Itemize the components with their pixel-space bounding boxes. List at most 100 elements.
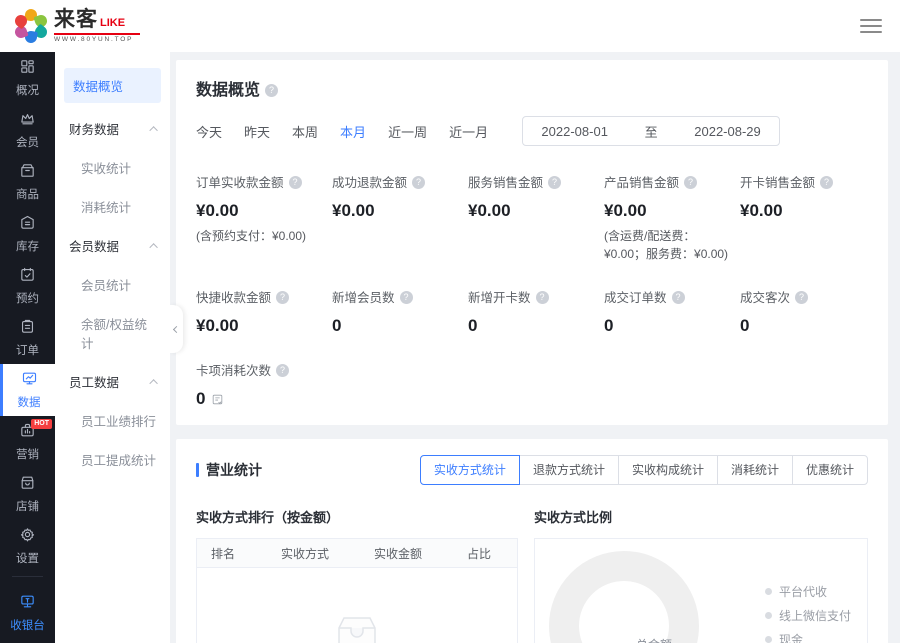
sidebar-item-orders[interactable]: 订单 [0, 312, 55, 364]
submenu-item-consume-stats[interactable]: 消耗统计 [55, 187, 170, 226]
col-amount: 实收金额 [360, 545, 453, 562]
stat-refund: 成功退款金额 ¥0.00 [332, 172, 460, 263]
stat-deal-orders: 成交订单数 0 [604, 287, 732, 336]
sidebar-item-booking[interactable]: 预约 [0, 260, 55, 312]
cashier-icon [19, 593, 36, 613]
sidebar-collapse-handle[interactable] [170, 305, 183, 353]
submenu-group-staff-data[interactable]: 员工数据 [55, 362, 170, 401]
stat-new-members: 新增会员数 0 [332, 287, 460, 336]
sidebar-item-overview[interactable]: 概况 [0, 52, 55, 104]
chart-legend: 平台代收 线上微信支付 现金 其他 微信（记账） 支付宝（记账） POS机（记账… [765, 539, 864, 643]
help-icon[interactable] [412, 176, 425, 189]
legend-item: 线上微信支付 [765, 607, 864, 624]
stats-row-1: 订单实收款金额 ¥0.00 (含预约支付：¥0.00) 成功退款金额 ¥0.00… [196, 172, 868, 263]
help-icon[interactable] [289, 176, 302, 189]
help-icon[interactable] [672, 291, 685, 304]
tab-income-composition[interactable]: 实收构成统计 [618, 455, 718, 485]
sidebar-item-goods[interactable]: 商品 [0, 156, 55, 208]
submenu-item-data-overview[interactable]: 数据概览 [64, 68, 161, 103]
submenu-item-staff-rank[interactable]: 员工业绩排行 [55, 401, 170, 440]
top-bar: 来客LIKE WWW.80YUN.TOP [0, 0, 900, 52]
legend-dot [765, 636, 772, 643]
inventory-icon [19, 214, 36, 234]
income-proportion-panel: 实收方式比例 总金额 ¥0.00 平台代收 线上微信支付 现金 其他 [534, 507, 868, 643]
logo-text: 来客 [54, 9, 98, 30]
chevron-up-icon [149, 379, 157, 387]
sidebar-item-marketing[interactable]: HOT 营销 [0, 416, 55, 468]
preset-today[interactable]: 今天 [196, 122, 222, 141]
date-end[interactable]: 2022-08-29 [694, 124, 761, 139]
help-icon[interactable] [265, 84, 278, 97]
help-icon[interactable] [795, 291, 808, 304]
sidebar-item-inventory[interactable]: 库存 [0, 208, 55, 260]
page-title: 数据概览 [196, 82, 260, 99]
stat-quick-payment: 快捷收款金额 ¥0.00 [196, 287, 324, 336]
shop-icon [19, 474, 36, 494]
sidebar-item-cashier[interactable]: 收银台 [0, 587, 55, 639]
sidebar-item-members[interactable]: 会员 [0, 104, 55, 156]
help-icon[interactable] [276, 364, 289, 377]
app-logo: 来客LIKE WWW.80YUN.TOP [14, 9, 140, 44]
date-start[interactable]: 2022-08-01 [541, 124, 608, 139]
proportion-chart: 总金额 ¥0.00 平台代收 线上微信支付 现金 其他 微信（记账） 支付宝（记… [534, 538, 868, 643]
tab-income-method[interactable]: 实收方式统计 [420, 455, 520, 485]
sidebar-item-data[interactable]: 数据 [0, 364, 55, 416]
col-rank: 排名 [197, 545, 267, 562]
date-separator: 至 [645, 122, 658, 141]
preset-this-week[interactable]: 本周 [292, 122, 318, 141]
legend-item: 平台代收 [765, 583, 864, 600]
preset-yesterday[interactable]: 昨天 [244, 122, 270, 141]
stat-deal-customers: 成交客次 0 [740, 287, 868, 336]
goods-box-icon [19, 162, 36, 182]
booking-calendar-icon [19, 266, 36, 286]
detail-list-icon[interactable] [211, 393, 224, 406]
logo-pinwheel-icon [14, 9, 48, 43]
help-icon[interactable] [684, 176, 697, 189]
chevron-up-icon [149, 243, 157, 251]
help-icon[interactable] [548, 176, 561, 189]
tab-discount-stats[interactable]: 优惠统计 [792, 455, 868, 485]
empty-state: 暂无数据 [197, 568, 517, 643]
secondary-sidebar: 数据概览 财务数据 实收统计 消耗统计 会员数据 会员统计 余额/权益统计 员工… [55, 52, 170, 643]
preset-last-month[interactable]: 近一月 [449, 122, 488, 141]
help-icon[interactable] [820, 176, 833, 189]
help-icon[interactable] [536, 291, 549, 304]
logo-suffix: LIKE [100, 18, 125, 29]
stat-new-cards: 新增开卡数 0 [468, 287, 596, 336]
stats-row-2: 快捷收款金额 ¥0.00 新增会员数 0 新增开卡数 0 成交订单数 0 成交客… [196, 287, 868, 336]
stat-service-sales: 服务销售金额 ¥0.00 [468, 172, 596, 263]
tab-consume-stats[interactable]: 消耗统计 [717, 455, 793, 485]
help-icon[interactable] [276, 291, 289, 304]
sidebar-item-settings[interactable]: 设置 [0, 520, 55, 572]
date-range-picker[interactable]: 2022-08-01 至 2022-08-29 [522, 116, 780, 146]
col-method: 实收方式 [267, 545, 360, 562]
submenu-item-member-stats[interactable]: 会员统计 [55, 265, 170, 304]
donut-center-label: 总金额 [636, 636, 672, 643]
section-title: 营业统计 [196, 460, 262, 480]
preset-this-month[interactable]: 本月 [340, 122, 366, 141]
help-icon[interactable] [400, 291, 413, 304]
logo-subtitle: WWW.80YUN.TOP [54, 33, 140, 44]
business-stats-card: 营业统计 实收方式统计 退款方式统计 实收构成统计 消耗统计 优惠统计 实收方式… [176, 439, 888, 643]
tab-refund-method[interactable]: 退款方式统计 [519, 455, 619, 485]
preset-last-week[interactable]: 近一周 [388, 122, 427, 141]
submenu-item-staff-commission[interactable]: 员工提成统计 [55, 440, 170, 479]
chevron-left-icon [173, 325, 180, 332]
sidebar-item-shop[interactable]: 店铺 [0, 468, 55, 520]
submenu-item-balance-stats[interactable]: 余额/权益统计 [55, 304, 170, 362]
submenu-group-member-data[interactable]: 会员数据 [55, 226, 170, 265]
stat-card-sales: 开卡销售金额 ¥0.00 [740, 172, 868, 263]
data-overview-card: 数据概览 今天 昨天 本周 本月 近一周 近一月 2022-08-01 至 20… [176, 60, 888, 425]
chevron-up-icon [149, 126, 157, 134]
grid-icon [19, 58, 36, 78]
title-accent-bar [196, 463, 199, 477]
submenu-item-income-stats[interactable]: 实收统计 [55, 148, 170, 187]
sidebar-divider [12, 576, 43, 577]
empty-inbox-icon [331, 614, 383, 643]
hot-badge: HOT [31, 419, 52, 429]
legend-item: 现金 [765, 631, 864, 643]
income-rank-panel: 实收方式排行（按金额） 排名 实收方式 实收金额 占比 [196, 507, 518, 643]
submenu-group-finance[interactable]: 财务数据 [55, 109, 170, 148]
stats-tab-group: 实收方式统计 退款方式统计 实收构成统计 消耗统计 优惠统计 [420, 455, 868, 485]
hamburger-menu-icon[interactable] [860, 12, 882, 40]
